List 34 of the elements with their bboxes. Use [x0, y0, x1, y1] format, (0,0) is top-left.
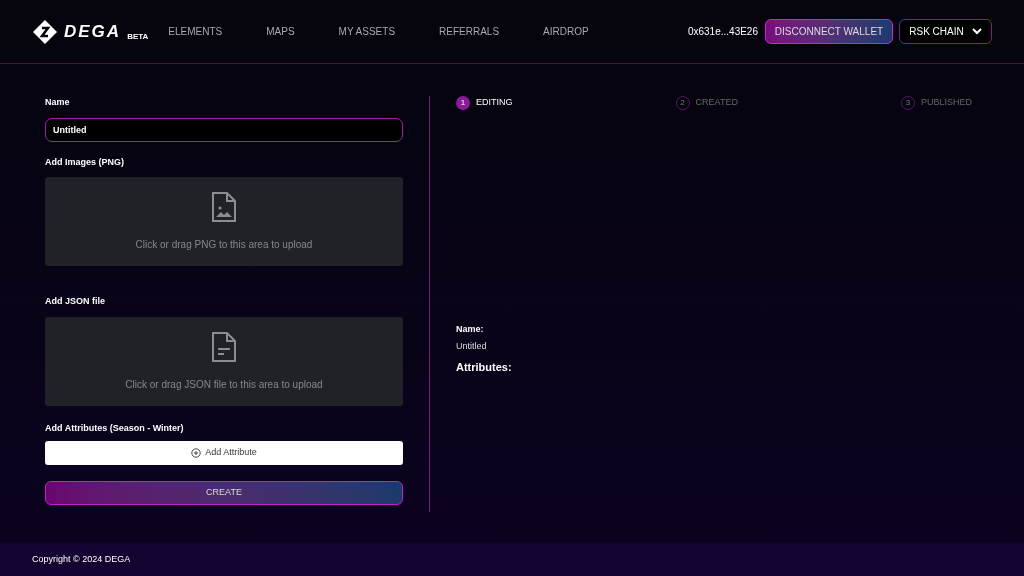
field-label: Add Images (PNG) [45, 155, 125, 169]
preview-name: Untitled [456, 339, 488, 353]
logo-icon [32, 18, 58, 45]
plus-circle-icon [191, 448, 202, 458]
step-label: EDITING [476, 96, 513, 110]
logo-wordmark: DEGA [64, 23, 122, 40]
nav-link[interactable]: MY ASSETS [338, 24, 396, 39]
image-file-icon [211, 191, 237, 223]
step-number: 1 [456, 96, 470, 110]
field-label: Add Attributes (Season - Winter) [45, 421, 185, 435]
nav-link[interactable]: MAPS [266, 24, 295, 39]
upload-hint: Click or drag JSON file to this area to upload [125, 377, 323, 392]
step-label: CREATED [695, 96, 738, 110]
nav-link[interactable]: REFERRALS [439, 24, 500, 39]
field-label: Add JSON file [45, 295, 106, 308]
nav-link[interactable]: ELEMENTS [168, 24, 223, 39]
create-button[interactable]: CREATE [45, 481, 403, 505]
wallet-address: 0x631e...43E26 [687, 25, 758, 39]
disconnect-wallet-button[interactable]: DISCONNECT WALLET [765, 19, 893, 44]
nav-link[interactable]: AIRDROP [543, 24, 589, 39]
add-attribute-button[interactable]: Add Attribute [45, 441, 403, 465]
field-label: Name [45, 96, 71, 109]
preview-label: Attributes: [456, 360, 513, 375]
document-icon [211, 330, 237, 363]
chain-select[interactable]: RSK CHAIN [899, 19, 992, 44]
upload-hint: Click or drag PNG to this area to upload [135, 238, 313, 252]
name-input[interactable]: Untitled [45, 117, 403, 142]
copyright-text: Copyright © 2024 DEGA [32, 552, 131, 566]
preview-label: Name: [456, 323, 485, 336]
upload-dropzone[interactable]: Click or drag JSON file to this area to upload [45, 316, 403, 406]
chevron-down-icon [971, 28, 982, 35]
beta-label: BETA [127, 30, 149, 43]
step-label: PUBLISHED [920, 96, 972, 110]
upload-dropzone[interactable]: Click or drag PNG to this area to upload [45, 177, 403, 266]
